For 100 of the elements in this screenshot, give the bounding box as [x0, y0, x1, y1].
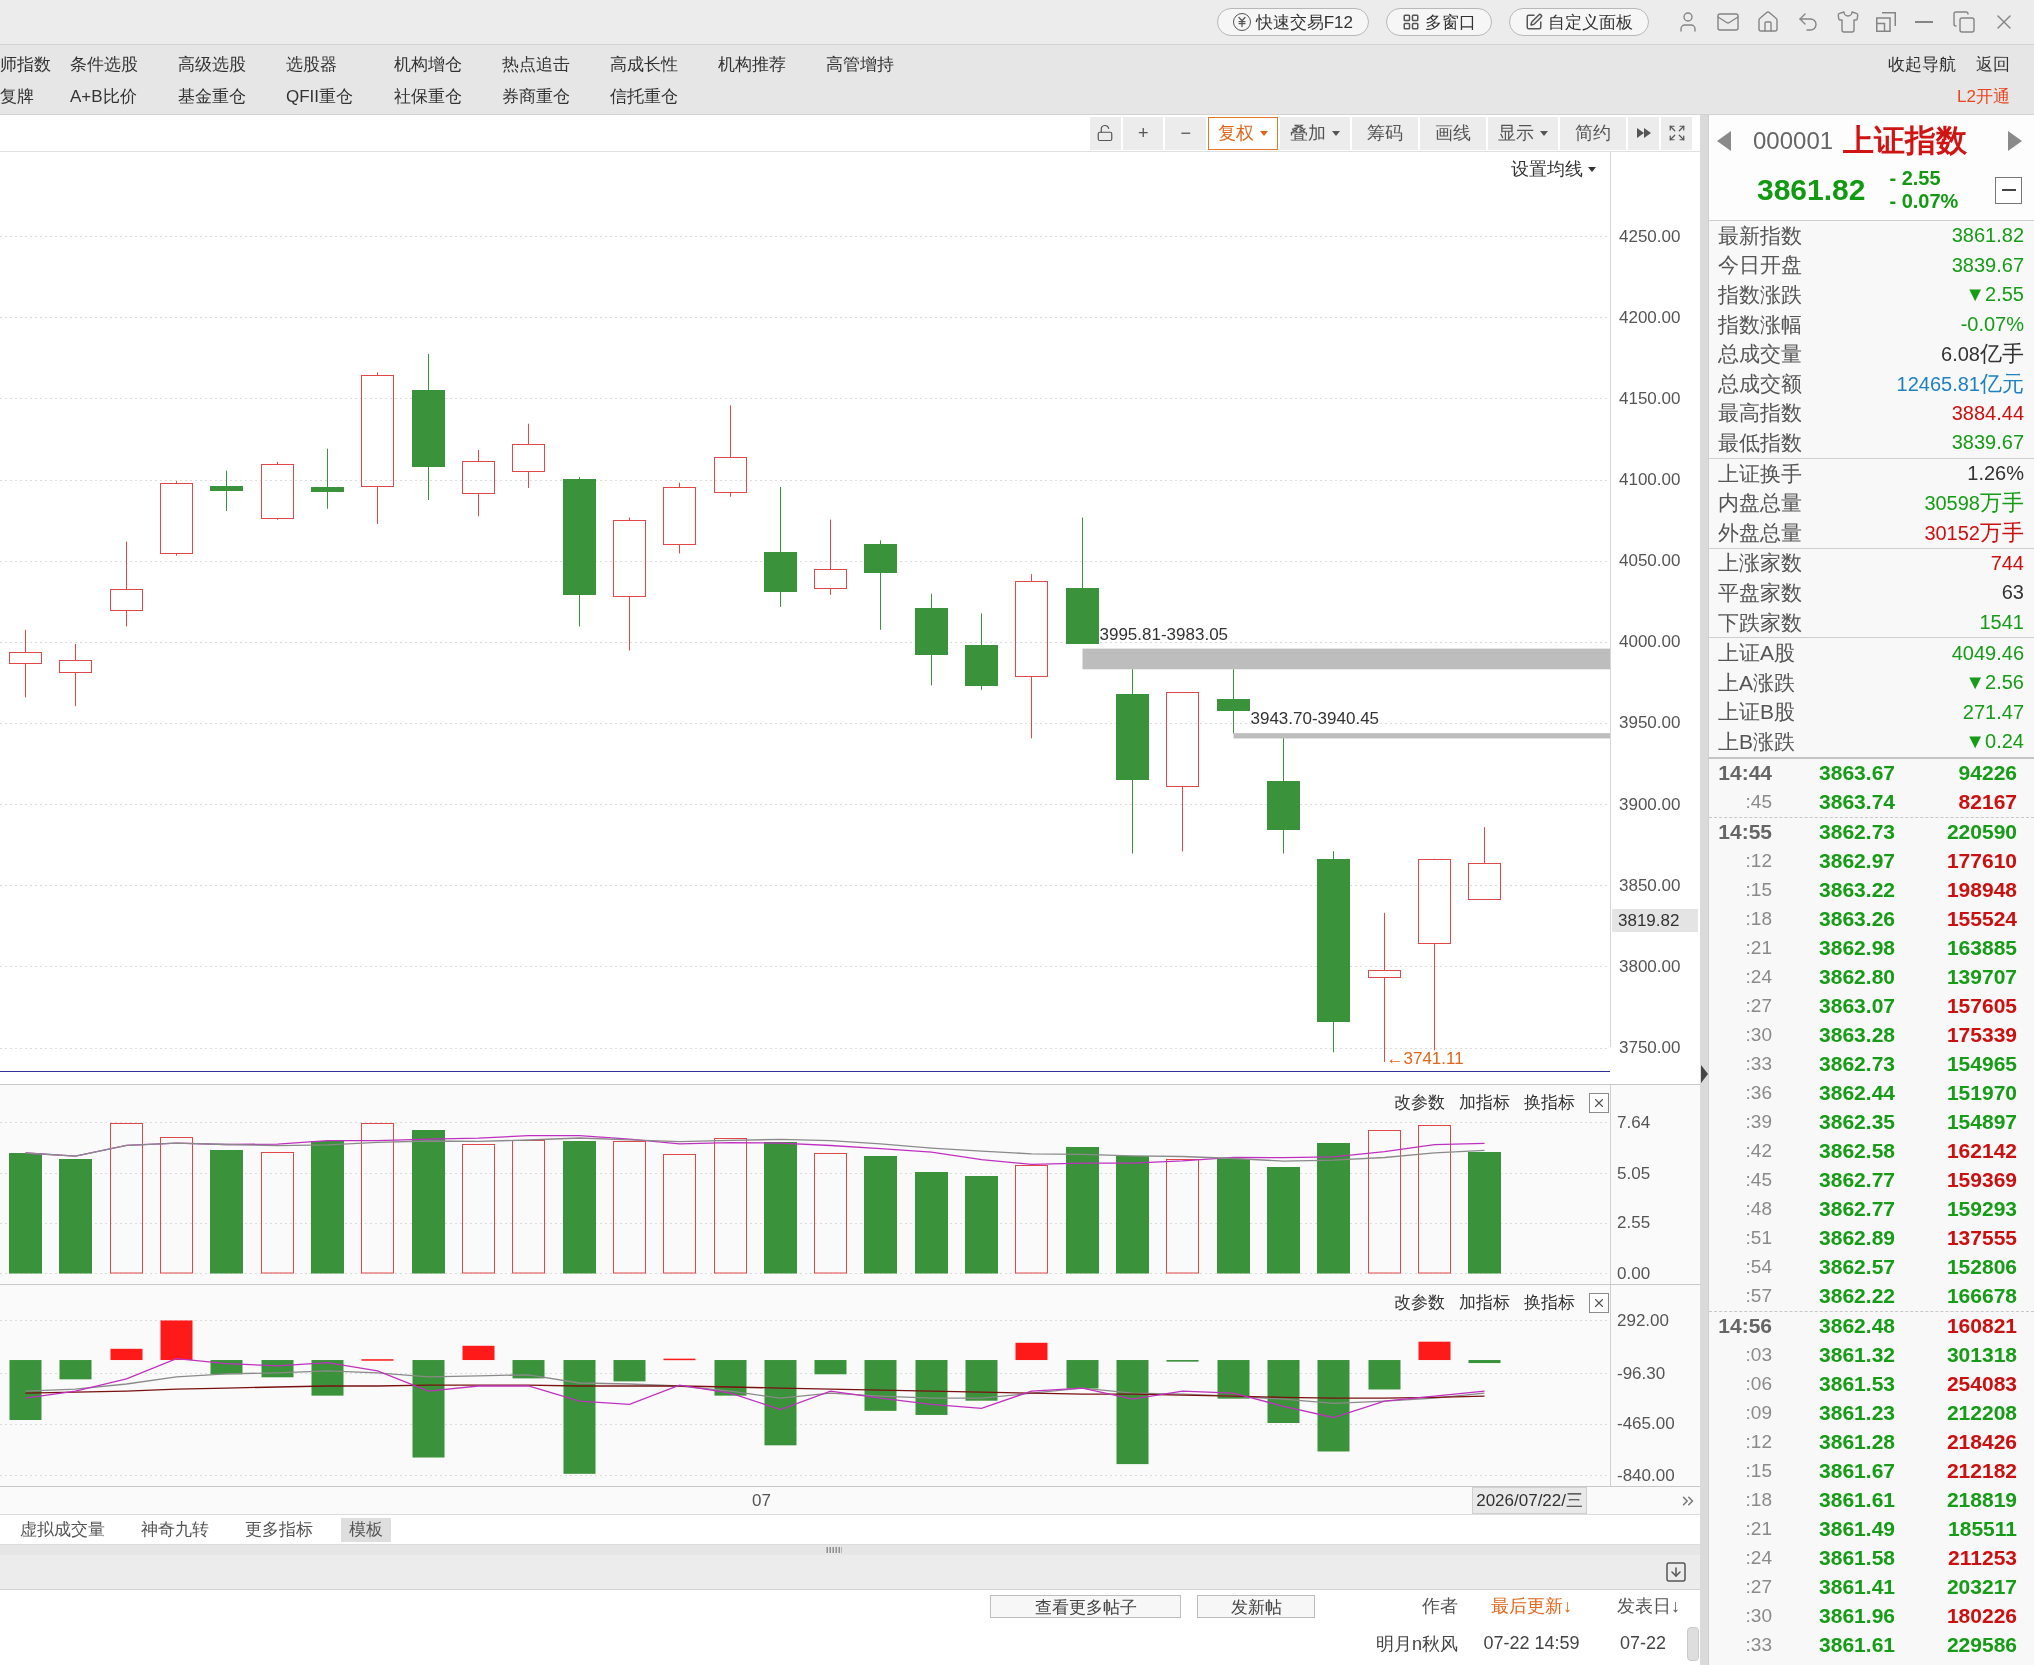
edit-params-button[interactable]: 改参数	[1394, 1291, 1445, 1314]
restore-icon[interactable]	[1952, 10, 1976, 34]
axis-label: 4150.00	[1619, 388, 1681, 408]
switch-indicator-button[interactable]: 换指标	[1524, 1291, 1575, 1314]
more-posts-button[interactable]: 查看更多帖子	[990, 1594, 1181, 1618]
stat-value: 1541	[1979, 611, 2024, 634]
tick-price: 3861.61	[1819, 1488, 1895, 1513]
axis-label: 0.00	[1617, 1263, 1651, 1283]
column-header[interactable]: 作者	[1422, 1594, 1458, 1618]
axis-label: 4050.00	[1619, 551, 1681, 571]
grip-icon[interactable]	[826, 1547, 842, 1553]
nav-link[interactable]: 高级选股	[178, 52, 246, 76]
stat-value: 744	[1990, 551, 2024, 575]
stat-label: 外盘总量	[1718, 519, 1802, 546]
nav-link[interactable]: 收起导航	[1888, 52, 1956, 76]
edit-params-button[interactable]: 改参数	[1394, 1091, 1445, 1114]
tick-time: :51	[1745, 1227, 1772, 1250]
indicator-tab[interactable]: 虚拟成交量	[12, 1517, 113, 1542]
candle	[59, 643, 92, 707]
axis-label: 4000.00	[1619, 632, 1681, 652]
toolbar-button[interactable]: 复权	[1208, 116, 1278, 150]
minus-icon	[2001, 189, 2016, 191]
switch-indicator-button[interactable]: 换指标	[1524, 1091, 1575, 1114]
lock-icon[interactable]	[1089, 116, 1121, 150]
nav-link[interactable]: 返回	[1976, 52, 2010, 76]
nav-link[interactable]: 机构推荐	[718, 52, 786, 76]
nav-link[interactable]: A+B比价	[70, 84, 137, 108]
stat-value: 3839.67	[1951, 253, 2024, 277]
fullscreen-icon[interactable]	[1661, 116, 1692, 150]
tick-price: 3862.97	[1819, 849, 1895, 874]
tick-time: :39	[1745, 1111, 1772, 1134]
nav-link[interactable]: 信托重仓	[610, 84, 678, 108]
toolbar-button[interactable]: 显示	[1488, 116, 1558, 150]
nav-link[interactable]: 高管增持	[826, 52, 894, 76]
stat-label: 下跌家数	[1718, 609, 1802, 636]
tick-price: 3861.49	[1819, 1517, 1895, 1542]
header-button[interactable]: 自定义面板	[1509, 8, 1649, 36]
right-triangle-icon[interactable]	[2008, 131, 2022, 151]
tick-volume: 137555	[1946, 1226, 2017, 1251]
scrollbar-thumb[interactable]	[1687, 1626, 1699, 1661]
indicator-tab[interactable]: 更多指标	[237, 1517, 321, 1542]
add-indicator-button[interactable]: 加指标	[1459, 1291, 1510, 1314]
table-cell-text: 07-22	[1619, 1633, 1667, 1654]
toolbar-button[interactable]: 画线	[1420, 116, 1486, 150]
nav-link[interactable]: 复牌	[0, 84, 34, 108]
home-icon[interactable]	[1756, 10, 1780, 34]
axis-label: 4100.00	[1619, 470, 1681, 489]
column-header[interactable]: 最后更新↓	[1491, 1594, 1572, 1618]
toolbar-button[interactable]: 筹码	[1352, 116, 1418, 150]
close-button[interactable]	[1589, 1092, 1609, 1113]
tick-price: 3862.98	[1819, 936, 1895, 961]
indicator-tab[interactable]: 模板	[341, 1517, 391, 1542]
tick-volume: 155524	[1946, 907, 2017, 932]
nav-link[interactable]: 基金重仓	[178, 84, 246, 108]
header-button[interactable]: 快速交易F12	[1216, 8, 1369, 36]
tick-volume: 152806	[1946, 1255, 2017, 1280]
nav-link[interactable]: QFII重仓	[286, 84, 354, 108]
nav-link[interactable]: 热点追击	[502, 52, 570, 76]
window-icon[interactable]	[1876, 12, 1896, 32]
nav-link[interactable]: 选股器	[286, 52, 337, 76]
fast-forward-icon[interactable]	[1628, 116, 1659, 150]
tick-price: 3862.89	[1819, 1226, 1895, 1251]
close-button[interactable]	[1589, 1292, 1609, 1313]
download-icon[interactable]	[1664, 1560, 1688, 1584]
collapse-button[interactable]	[1995, 176, 2022, 204]
nav-link[interactable]: 师指数	[0, 52, 51, 76]
new-post-button[interactable]: 发新帖	[1197, 1594, 1315, 1618]
nav-link[interactable]: 条件选股	[70, 52, 138, 76]
candle	[210, 470, 243, 512]
toolbar-button[interactable]: −	[1165, 116, 1206, 150]
shirt-icon[interactable]	[1836, 10, 1860, 34]
tick-volume: 212182	[1946, 1459, 2017, 1484]
mail-icon[interactable]	[1716, 10, 1740, 34]
tick-volume: 163885	[1946, 936, 2017, 961]
stat-value: ▼0.24	[1965, 730, 2024, 754]
left-triangle-icon[interactable]	[1717, 131, 1731, 151]
tick-time: :21	[1745, 1518, 1772, 1541]
tick-time: :54	[1745, 1256, 1772, 1279]
tick-time: :33	[1745, 1053, 1772, 1076]
nav-link[interactable]: 券商重仓	[502, 84, 570, 108]
toolbar-button[interactable]: 叠加	[1280, 116, 1350, 150]
nav-link[interactable]: 机构增仓	[394, 52, 462, 76]
column-header[interactable]: 发表日↓	[1605, 1594, 1680, 1618]
nav-link[interactable]: 社保重仓	[394, 84, 462, 108]
stat-label: 总成交额	[1718, 370, 1802, 397]
stat-value: 3861.82	[1951, 224, 2024, 248]
right-triangle-icon[interactable]	[1700, 1065, 1708, 1083]
add-indicator-button[interactable]: 加指标	[1459, 1091, 1510, 1114]
tick-time: :30	[1745, 1024, 1772, 1047]
ma-settings-button[interactable]: 设置均线	[1511, 157, 1596, 181]
tick-time: :18	[1745, 908, 1772, 931]
indicator-tab[interactable]: 神奇九转	[133, 1517, 217, 1542]
header-button[interactable]: 多窗口	[1386, 8, 1492, 36]
tick-time: :27	[1745, 995, 1772, 1018]
tick-price: 3862.57	[1819, 1255, 1895, 1280]
toolbar-button[interactable]: 简约	[1560, 116, 1626, 150]
toolbar-button[interactable]: +	[1122, 116, 1164, 150]
nav-link[interactable]: 高成长性	[610, 52, 678, 76]
grid-icon	[1402, 13, 1420, 31]
stat-value: 3839.67	[1951, 431, 2024, 455]
